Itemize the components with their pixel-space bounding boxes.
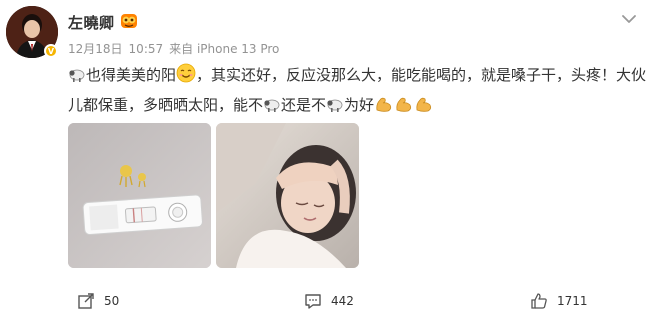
comment-count: 442 (331, 294, 354, 308)
repost-count: 50 (104, 294, 120, 308)
post-source: 来自 iPhone 13 Pro (169, 42, 280, 56)
sheep-emoji (263, 95, 281, 122)
sheep-emoji (68, 65, 86, 92)
comment-button[interactable]: 442 (304, 292, 354, 310)
post-text: 也得美美的阳 ，其实还好，反应没那么大，能吃能喝的，就是嗓子干，头疼！大伙儿都保重… (68, 62, 648, 122)
post-time[interactable]: 10:57 (129, 42, 164, 56)
like-count: 1711 (557, 294, 588, 308)
strong-arm-emoji (394, 95, 414, 122)
username[interactable]: 左曉卿 (68, 12, 115, 33)
chevron-down-icon[interactable] (620, 10, 638, 23)
strong-arm-emoji (374, 95, 394, 122)
action-bar: 50 442 1711 (0, 292, 660, 316)
antigen-test-photo[interactable] (68, 123, 211, 268)
repost-icon (78, 293, 94, 309)
post-text-segment: 也得美美的阳 (86, 66, 177, 84)
repost-button[interactable]: 50 (77, 292, 119, 310)
smile-emoji (176, 63, 196, 92)
comment-icon (305, 294, 321, 309)
verified-badge-icon: V (44, 44, 58, 58)
sheep-emoji (326, 95, 344, 122)
member-badge-icon[interactable] (120, 13, 138, 29)
svg-text:V: V (48, 47, 55, 56)
thumbs-up-icon (531, 293, 547, 309)
selfie-photo[interactable] (216, 123, 359, 268)
post-meta: 12月18日 10:57 来自 iPhone 13 Pro (68, 40, 285, 57)
post-date[interactable]: 12月18日 (68, 42, 123, 56)
post-text-segment: 还是不 (281, 96, 327, 114)
like-button[interactable]: 1711 (530, 292, 588, 310)
post-text-segment: 为好 (344, 96, 375, 114)
strong-arm-emoji (414, 95, 434, 122)
